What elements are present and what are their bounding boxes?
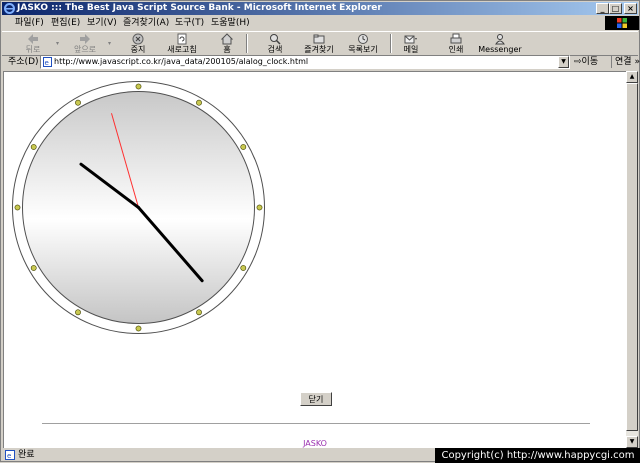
- address-bar: 주소(D) e http://www.javascript.co.kr/java…: [2, 55, 640, 69]
- favorites-button[interactable]: 즐겨찾기: [302, 33, 336, 54]
- messenger-icon: [495, 34, 505, 45]
- menu-help[interactable]: 도움말(H): [211, 17, 250, 29]
- vertical-scrollbar[interactable]: ▲ ▼: [626, 71, 638, 448]
- forward-arrow-icon: [80, 34, 90, 44]
- search-button[interactable]: 검색: [264, 33, 286, 54]
- hour-dot: [196, 309, 202, 316]
- windows-logo-icon: [617, 18, 627, 28]
- home-icon: [221, 33, 233, 45]
- home-button[interactable]: 홈: [219, 33, 235, 54]
- favorites-folder-icon: [313, 34, 325, 44]
- address-label: 주소(D): [8, 57, 39, 67]
- stop-button[interactable]: 중지: [126, 33, 150, 54]
- svg-text:e: e: [7, 452, 11, 460]
- close-page-button[interactable]: 닫기: [300, 392, 332, 406]
- scroll-thumb[interactable]: [626, 83, 638, 431]
- hour-dot: [30, 265, 37, 271]
- address-input[interactable]: e http://www.javascript.co.kr/java_data/…: [40, 55, 570, 69]
- menu-file[interactable]: 파일(F): [15, 17, 44, 29]
- menu-tools[interactable]: 도구(T): [175, 17, 204, 29]
- maximize-button[interactable]: □: [609, 3, 622, 14]
- mail-icon: [404, 35, 417, 44]
- hour-dot: [14, 204, 21, 211]
- page-icon: e: [43, 57, 52, 67]
- analog-clock: [12, 81, 265, 334]
- minimize-button[interactable]: _: [596, 3, 609, 14]
- printer-icon: [450, 33, 462, 44]
- address-url: http://www.javascript.co.kr/java_data/20…: [54, 57, 309, 66]
- ie-logo-icon: [4, 3, 15, 14]
- hour-dot: [240, 265, 247, 271]
- hour-dot: [196, 99, 202, 106]
- refresh-icon: [177, 33, 187, 45]
- copyright-overlay: Copyright(c) http://www.happycgi.com: [435, 448, 640, 463]
- menu-view[interactable]: 보기(V): [87, 17, 117, 29]
- menu-favorites[interactable]: 즐겨찾기(A): [123, 17, 169, 29]
- chevron-right-icon: »: [634, 57, 640, 67]
- scroll-up-icon[interactable]: ▲: [626, 71, 638, 83]
- back-dropdown-icon[interactable]: ▾: [56, 40, 59, 47]
- forward-dropdown-icon[interactable]: ▾: [108, 40, 111, 47]
- toolbar-separator: [390, 34, 392, 53]
- close-window-button[interactable]: ×: [624, 3, 637, 14]
- hour-dot: [75, 99, 81, 106]
- history-icon: [358, 34, 368, 44]
- go-arrow-icon: ⇨: [574, 57, 582, 67]
- footer-jasko: JASKO: [303, 439, 327, 448]
- hour-dot: [240, 144, 247, 150]
- forward-button[interactable]: 앞으로: [70, 33, 100, 54]
- status-text: 완료: [18, 450, 35, 460]
- page-done-icon: e: [5, 450, 15, 460]
- mail-button[interactable]: 메일: [400, 33, 422, 54]
- history-button[interactable]: 목록보기: [346, 33, 380, 54]
- toolbar-separator: [246, 34, 248, 53]
- svg-text:e: e: [45, 59, 49, 67]
- back-button[interactable]: 뒤로: [20, 33, 46, 54]
- browser-window: JASKO ::: The Best Java Script Source Ba…: [0, 0, 640, 463]
- back-arrow-icon: [28, 34, 38, 44]
- standard-toolbar: 뒤로 ▾ 앞으로 ▾ 중지 새로고침 홈 검색 즐겨찾기 목록보기 메일 인쇄 …: [2, 31, 638, 56]
- messenger-button[interactable]: Messenger: [478, 33, 522, 54]
- hour-dot: [135, 325, 142, 332]
- hour-dot: [30, 144, 37, 150]
- hour-dot: [256, 204, 263, 211]
- search-icon: [270, 34, 281, 45]
- hour-dot: [135, 83, 142, 90]
- title-bar[interactable]: JASKO ::: The Best Java Script Source Ba…: [2, 2, 638, 15]
- window-title: JASKO ::: The Best Java Script Source Ba…: [17, 3, 382, 13]
- page-content: 닫기 JASKO: [3, 71, 626, 448]
- hour-dot: [75, 309, 81, 316]
- address-dropdown-icon[interactable]: ▼: [558, 56, 569, 68]
- go-button[interactable]: ⇨이동: [574, 56, 598, 68]
- stop-icon: [132, 33, 144, 45]
- links-button[interactable]: 연결 »: [611, 56, 640, 68]
- menu-edit[interactable]: 편집(E): [51, 17, 80, 29]
- windows-throbber: [605, 16, 639, 30]
- print-button[interactable]: 인쇄: [446, 33, 466, 54]
- refresh-button[interactable]: 새로고침: [165, 33, 199, 54]
- menu-bar: 파일(F) 편집(E) 보기(V) 즐겨찾기(A) 도구(T) 도움말(H): [2, 16, 602, 30]
- horizontal-rule: [42, 423, 590, 425]
- scroll-down-icon[interactable]: ▼: [626, 436, 638, 448]
